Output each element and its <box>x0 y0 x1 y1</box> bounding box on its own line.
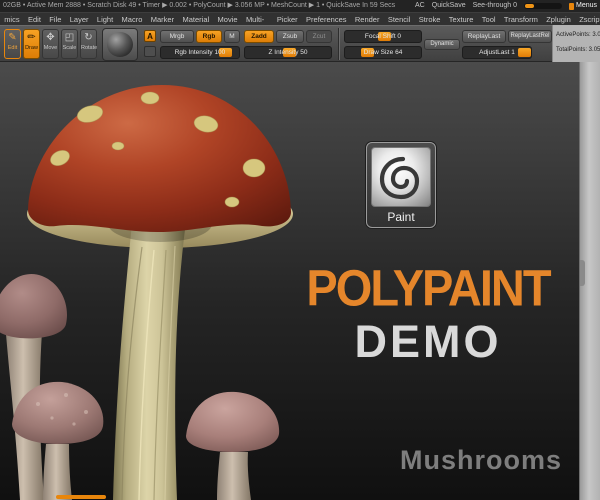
brush-sphere-icon <box>107 32 133 57</box>
paint-swirl-icon <box>371 147 431 207</box>
alpha-a-button[interactable]: A <box>144 30 156 42</box>
zsub-button[interactable]: Zsub <box>276 30 304 43</box>
z-intensity-slider[interactable]: Z Intensity 50 <box>244 46 332 59</box>
edit-mode-button[interactable]: ✎ Edit <box>4 29 21 59</box>
demo-title: DEMO <box>354 316 502 367</box>
paint-button-label: Paint <box>387 210 415 224</box>
memory-status-text: 02GB • Active Mem 2888 • Scratch Disk 49… <box>3 2 396 9</box>
right-tray[interactable] <box>579 25 600 500</box>
adjust-last-thumb[interactable] <box>518 48 531 57</box>
focal-shift-slider[interactable]: Focal Shift 0 <box>344 30 422 43</box>
m-button[interactable]: M <box>224 30 240 43</box>
color-swatch[interactable] <box>144 46 156 57</box>
replay-last-button[interactable]: ReplayLast <box>462 30 506 43</box>
rgb-button[interactable]: Rgb <box>196 30 222 43</box>
document-canvas[interactable]: Paint POLYPAINT DEMO Mushrooms <box>0 62 580 500</box>
zcut-button[interactable]: Zcut <box>306 30 332 43</box>
menus-indicator-icon <box>568 2 574 10</box>
dynamic-button[interactable]: Dynamic <box>424 39 460 50</box>
pencil-icon: ✎ <box>8 32 17 43</box>
ac-indicator: AC <box>415 2 425 9</box>
toolbar-separator <box>338 28 339 60</box>
move-mode-button[interactable]: ✥ Move <box>42 29 59 59</box>
rotate-mode-button[interactable]: ↻ Rotate <box>80 29 97 59</box>
zadd-button[interactable]: Zadd <box>244 30 274 43</box>
zbrush-window: 02GB • Active Mem 2888 • Scratch Disk 49… <box>0 0 600 500</box>
mushroom-center-cap <box>186 391 280 452</box>
see-through-slider-thumb[interactable] <box>524 4 534 8</box>
mrgb-button[interactable]: Mrgb <box>160 30 194 43</box>
scale-icon: ◰ <box>64 32 75 43</box>
mushroom-small-left-stem <box>43 444 72 500</box>
see-through-slider[interactable] <box>523 3 562 9</box>
quicksave-button[interactable]: QuickSave <box>432 0 466 12</box>
move-arrows-icon: ✥ <box>46 32 55 43</box>
horizontal-scrollbar[interactable] <box>56 495 106 499</box>
total-points-text: TotalPoints: 3.05 <box>556 47 600 53</box>
top-shelf-toolbar: ✎ Edit ✏ Draw ✥ Move ◰ Scale ↻ Rotate A … <box>0 25 600 62</box>
replay-last-rel-button[interactable]: ReplayLastRel <box>508 30 552 43</box>
draw-pen-icon: ✏ <box>27 32 36 43</box>
title-block: POLYPAINT DEMO <box>288 258 568 367</box>
mushroom-center-stem <box>217 452 251 500</box>
rgb-intensity-slider[interactable]: Rgb Intensity 100 <box>160 46 240 59</box>
rotate-icon: ↻ <box>84 32 93 43</box>
current-brush-button[interactable] <box>102 28 138 61</box>
see-through-label: See-through 0 <box>472 2 517 9</box>
mushrooms-watermark: Mushrooms <box>399 445 562 475</box>
draw-mode-button[interactable]: ✏ Draw <box>23 29 40 59</box>
mushroom-left-cap <box>0 274 67 339</box>
adjust-last-slider[interactable]: AdjustLast 1 <box>462 46 532 59</box>
points-stats-panel: ActivePoints: 3.05 TotalPoints: 3.05 <box>552 25 600 62</box>
menus-button[interactable]: Menus <box>568 0 597 12</box>
polypaint-title: POLYPAINT <box>306 258 551 317</box>
draw-size-slider[interactable]: Draw Size 64 <box>344 46 422 59</box>
scale-mode-button[interactable]: ◰ Scale <box>61 29 78 59</box>
tray-divider-handle[interactable] <box>580 260 585 286</box>
active-points-text: ActivePoints: 3.05 <box>556 32 600 38</box>
paint-brush-button[interactable]: Paint <box>366 142 436 228</box>
status-bar: 02GB • Active Mem 2888 • Scratch Disk 49… <box>0 0 600 12</box>
menu-bar: mics Edit File Layer Light Macro Marker … <box>0 12 600 50</box>
